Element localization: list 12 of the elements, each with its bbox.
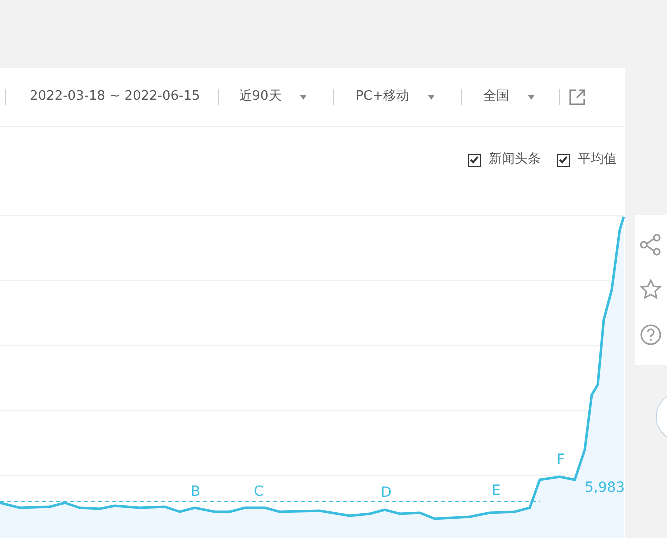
annotation-label: F <box>557 453 566 467</box>
checkbox-label[interactable]: 平均值 <box>578 150 617 170</box>
annotation-label: B <box>191 485 201 499</box>
annotation-label: D <box>381 486 392 500</box>
filter-dropdown[interactable]: 全国 <box>484 87 535 107</box>
filter-dropdown[interactable]: 近90天 <box>239 87 307 107</box>
average-value: 5,983 <box>585 481 626 495</box>
checkbox-label[interactable]: 新闻头条 <box>489 150 541 170</box>
annotation-label: C <box>254 485 264 499</box>
date-range[interactable]: 2022-03-18 ~ 2022-06-15 <box>30 87 200 107</box>
annotation-label: E <box>492 484 501 498</box>
filter-dropdown[interactable]: PC+移动 <box>356 87 435 107</box>
